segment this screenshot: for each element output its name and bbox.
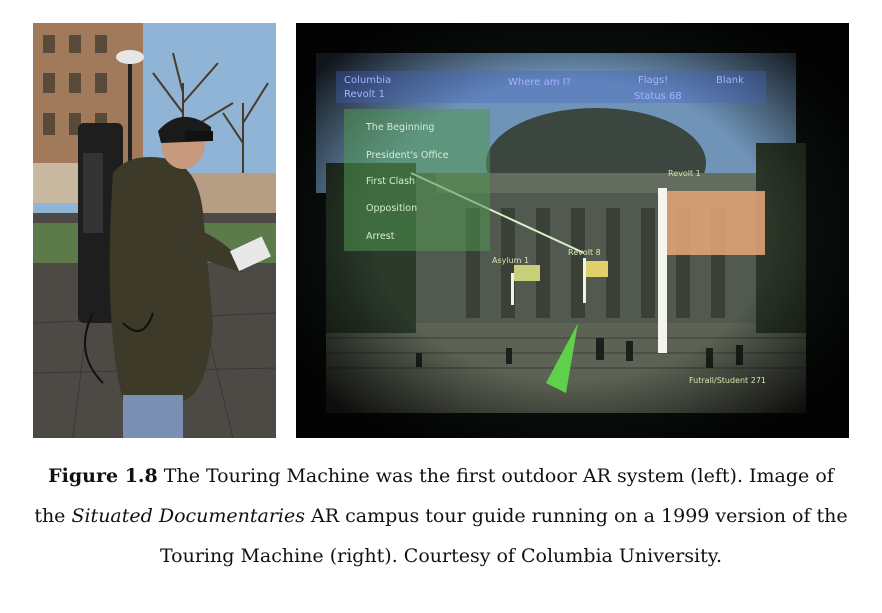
menu-item-the-beginning[interactable]: The Beginning [366, 122, 434, 133]
menu-item-opposition[interactable]: Opposition [366, 203, 417, 214]
hud-where-am-i-button[interactable]: Where am I? [508, 77, 571, 89]
caption-italic-title: Situated Documentaries [71, 505, 306, 527]
menu-item-presidents-office[interactable]: President's Office [366, 150, 449, 161]
photo-situated-documentaries-view: Columbia Revolt 1 Where am I? Flags! Bla… [296, 23, 849, 438]
hud-flags-button[interactable]: Flags! [638, 75, 668, 87]
flag-label-asylum: Asylum 1 [492, 256, 530, 265]
menu-item-first-clash[interactable]: First Clash [366, 176, 415, 187]
hud-status: Status 68 [634, 91, 682, 102]
figure-label: Figure 1.8 [48, 465, 158, 487]
hud-blank-button[interactable]: Blank [716, 75, 744, 87]
hud-story-label: Revolt 1 [344, 89, 385, 100]
flag-label-revolt-1: Revolt 1 [668, 169, 701, 178]
flag-label-revolt-8: Revolt 8 [568, 248, 601, 257]
hud-location-label: Columbia [344, 75, 392, 86]
hud-bottom-right-label: Futrall/Student 271 [689, 376, 767, 385]
menu-item-arrest[interactable]: Arrest [366, 231, 394, 242]
figure-caption: Figure 1.8 The Touring Machine was the f… [30, 456, 852, 576]
photo-touring-machine-wearer [33, 23, 276, 438]
